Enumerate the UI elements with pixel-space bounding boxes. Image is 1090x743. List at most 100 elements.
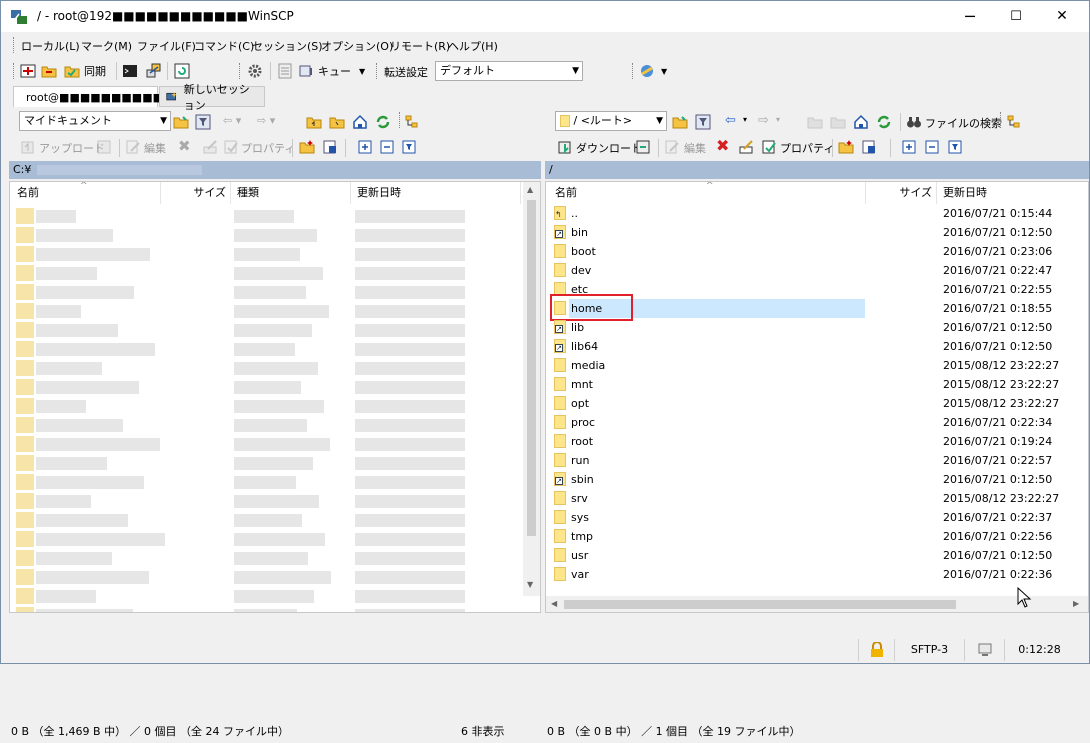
- tree-view-icon[interactable]: [1006, 114, 1022, 130]
- table-row[interactable]: srv 2015/08/12 23:22:27: [546, 489, 1088, 508]
- table-row[interactable]: dev 2016/07/21 0:22:47: [546, 261, 1088, 280]
- menu-local[interactable]: ローカル(L): [21, 38, 80, 54]
- tab-new-session[interactable]: 新しいセッション: [159, 83, 265, 112]
- local-scroll-thumb[interactable]: [527, 200, 536, 536]
- maximize-button[interactable]: ☐: [993, 1, 1039, 32]
- menu-options[interactable]: オプション(O): [321, 38, 393, 54]
- local-vertical-scrollbar[interactable]: ▲ ▼: [523, 182, 540, 596]
- open-terminal-button[interactable]: [122, 61, 138, 81]
- table-row[interactable]: home 2016/07/21 0:18:55: [546, 294, 1088, 321]
- remote-col-size[interactable]: サイズ: [866, 182, 937, 204]
- table-row[interactable]: ↗ lib64 2016/07/21 0:12:50: [546, 337, 1088, 356]
- home-icon[interactable]: [853, 114, 869, 130]
- compare-directories-button[interactable]: [20, 61, 36, 81]
- back-arrow-icon[interactable]: ⇦ ▾: [223, 114, 241, 127]
- open-folder-icon[interactable]: [672, 114, 688, 130]
- table-row[interactable]: run 2016/07/21 0:22:57: [546, 451, 1088, 470]
- scroll-right-icon[interactable]: ▶: [1073, 599, 1079, 608]
- delete-icon[interactable]: ✖: [178, 137, 191, 155]
- properties-label[interactable]: プロパティ: [241, 140, 295, 156]
- expand-plus-icon[interactable]: [357, 139, 373, 155]
- edit-label[interactable]: 編集: [684, 140, 706, 156]
- local-col-size[interactable]: サイズ: [161, 182, 231, 204]
- edit-icon[interactable]: [664, 139, 680, 155]
- binoculars-icon[interactable]: [906, 114, 922, 130]
- chevron-down-icon[interactable]: ▾: [776, 115, 780, 124]
- select-files-icon[interactable]: [861, 139, 877, 155]
- find-files-label[interactable]: ファイルの検索: [925, 115, 1002, 131]
- local-file-list[interactable]: 名前 ^ サイズ 種類 更新日時 ▲ ▼: [9, 181, 541, 613]
- download-label[interactable]: ダウンロード: [576, 140, 642, 156]
- local-col-type[interactable]: 種類: [231, 182, 351, 204]
- table-row[interactable]: media 2015/08/12 23:22:27: [546, 356, 1088, 375]
- table-row[interactable]: tmp 2016/07/21 0:22:56: [546, 527, 1088, 546]
- expand-plus-icon[interactable]: [901, 139, 917, 155]
- remote-col-modified[interactable]: 更新日時: [937, 182, 1087, 204]
- edit-label[interactable]: 編集: [144, 140, 166, 156]
- rename-icon[interactable]: [738, 139, 754, 155]
- forward-arrow-icon[interactable]: ⇨ ▾: [257, 114, 275, 127]
- new-folder-icon[interactable]: [838, 139, 854, 155]
- menu-remote[interactable]: リモート(R): [390, 38, 450, 54]
- remote-file-list[interactable]: 名前 ^ サイズ 更新日時 ↰.. 2016/07/21 0:15:44 ↗ bin 20…: [545, 181, 1089, 613]
- properties-icon[interactable]: [761, 139, 777, 155]
- scroll-left-icon[interactable]: ◀: [551, 599, 557, 608]
- queue-list-button[interactable]: [277, 61, 293, 81]
- table-row[interactable]: ↗ bin 2016/07/21 0:12:50: [546, 223, 1088, 242]
- menu-command[interactable]: コマンド(C): [194, 38, 254, 54]
- table-row[interactable]: boot 2016/07/21 0:23:06: [546, 242, 1088, 261]
- local-col-name[interactable]: 名前 ^: [10, 182, 161, 204]
- refresh-button[interactable]: [174, 61, 190, 81]
- parent-folder-icon[interactable]: [306, 114, 322, 130]
- menu-file[interactable]: ファイル(F): [137, 38, 196, 54]
- new-folder-icon[interactable]: [299, 139, 315, 155]
- table-row[interactable]: root 2016/07/21 0:19:24: [546, 432, 1088, 451]
- home-icon[interactable]: [352, 114, 368, 130]
- collapse-minus-icon[interactable]: [924, 139, 940, 155]
- tree-view-icon[interactable]: [404, 114, 420, 130]
- table-row[interactable]: opt 2015/08/12 23:22:27: [546, 394, 1088, 413]
- menu-mark[interactable]: マーク(M): [81, 38, 132, 54]
- filter-mask-icon[interactable]: [947, 139, 963, 155]
- table-row[interactable]: var 2016/07/21 0:22:36: [546, 565, 1088, 584]
- upload-options-icon[interactable]: [96, 139, 112, 155]
- synchronize-button[interactable]: 同期: [64, 61, 106, 81]
- queue-button[interactable]: キュー ▼: [299, 61, 365, 81]
- synchronize-browsing-button[interactable]: [41, 61, 57, 81]
- tab-session-root[interactable]: root@■■■■■■■■■■: [13, 86, 163, 107]
- sessions-button[interactable]: ▼: [639, 61, 667, 81]
- root-folder-icon[interactable]: [329, 114, 345, 130]
- local-location-select[interactable]: マイドキュメント ▼: [19, 111, 171, 131]
- table-row[interactable]: ↗ lib 2016/07/21 0:12:50: [546, 318, 1088, 337]
- preferences-button[interactable]: [247, 61, 263, 81]
- close-button[interactable]: ✕: [1039, 1, 1085, 32]
- menu-help[interactable]: ヘルプ(H): [448, 38, 498, 54]
- filter-icon[interactable]: [695, 114, 711, 130]
- properties-icon[interactable]: [223, 139, 239, 155]
- scroll-down-icon[interactable]: ▼: [527, 580, 533, 589]
- select-files-icon[interactable]: [322, 139, 338, 155]
- properties-label[interactable]: プロパティ: [780, 140, 834, 156]
- filter-icon[interactable]: [195, 114, 211, 130]
- remote-horizontal-scrollbar[interactable]: ◀ ▶: [546, 596, 1088, 612]
- open-folder-icon[interactable]: [173, 114, 189, 130]
- forward-arrow-icon[interactable]: ⇨: [758, 113, 769, 128]
- table-row[interactable]: ↗ sbin 2016/07/21 0:12:50: [546, 470, 1088, 489]
- local-col-modified[interactable]: 更新日時: [351, 182, 521, 204]
- table-row[interactable]: usr 2016/07/21 0:12:50: [546, 546, 1088, 565]
- menu-session[interactable]: セッション(S): [252, 38, 323, 54]
- putty-button[interactable]: [146, 61, 162, 81]
- table-row[interactable]: proc 2016/07/21 0:22:34: [546, 413, 1088, 432]
- remote-scroll-thumb[interactable]: [564, 600, 956, 609]
- scroll-up-icon[interactable]: ▲: [527, 185, 533, 194]
- transfer-preset-select[interactable]: デフォルト ▼: [435, 61, 583, 81]
- table-row[interactable]: sys 2016/07/21 0:22:37: [546, 508, 1088, 527]
- remote-location-select[interactable]: / <ルート> ▼: [555, 111, 667, 131]
- filter-mask-icon[interactable]: [401, 139, 417, 155]
- root-folder-icon[interactable]: [830, 114, 846, 130]
- chevron-down-icon[interactable]: ▾: [743, 115, 747, 124]
- remote-col-name[interactable]: 名前 ^: [546, 182, 866, 204]
- upload-icon[interactable]: [20, 139, 36, 155]
- refresh-icon[interactable]: [876, 114, 892, 130]
- delete-icon[interactable]: ✖: [716, 136, 729, 155]
